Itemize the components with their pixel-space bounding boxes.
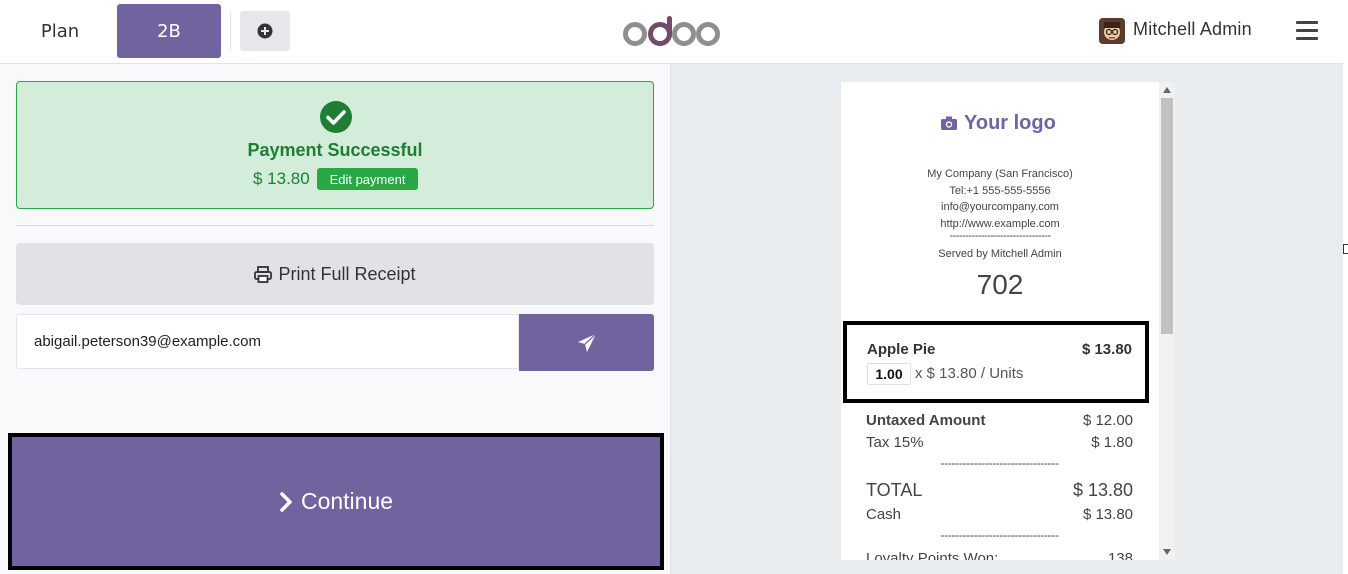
product-quantity: 1.00 (867, 363, 911, 385)
email-receipt-row (16, 314, 654, 371)
chevron-right-icon (280, 491, 292, 512)
company-email: info@yourcompany.com (941, 201, 1059, 213)
resize-handle[interactable] (1343, 244, 1348, 254)
tax-label: Tax 15% (866, 434, 924, 451)
email-input[interactable] (16, 314, 519, 369)
untaxed-label: Untaxed Amount (866, 412, 986, 429)
loyalty-label: Loyalty Points Won: (866, 550, 999, 560)
print-full-receipt-button[interactable]: Print Full Receipt (16, 243, 654, 305)
payment-amount: $ 13.80 (253, 169, 310, 188)
product-price: $ 13.80 (1081, 341, 1132, 358)
company-name: My Company (San Francisco) (927, 168, 1073, 180)
payment-status-title: Payment Successful (247, 140, 423, 160)
scroll-down-arrow[interactable] (1163, 549, 1171, 555)
product-name: Apple Pie (867, 341, 936, 358)
send-email-button[interactable] (519, 314, 654, 371)
user-name[interactable]: Mitchell Admin (1133, 19, 1252, 40)
cash-value: $ 13.80 (1082, 506, 1133, 523)
receipt-logo-text: Your logo (964, 111, 1056, 134)
receipt-separator: -------------------------------- (949, 230, 1051, 242)
add-order-button[interactable] (240, 11, 290, 51)
total-label: TOTAL (866, 480, 923, 500)
payment-success-banner: Payment Successful $ 13.80 Edit payment (16, 81, 654, 209)
totals-separator: -------------------------------- (940, 456, 1059, 470)
avatar-image (1099, 18, 1125, 44)
receipt-logo: Your logo (940, 110, 1070, 136)
camera-icon (941, 116, 957, 130)
company-phone: Tel:+1 555-555-5556 (949, 184, 1051, 197)
product-unit-price: x $ 13.80 / Units (915, 365, 1024, 382)
untaxed-value: $ 12.00 (1082, 412, 1133, 429)
scroll-thumb[interactable] (1161, 98, 1173, 334)
odoo-logo (623, 16, 720, 46)
cash-label: Cash (866, 506, 902, 523)
continue-button[interactable]: Continue (8, 433, 664, 570)
loyalty-value: 138 (1107, 550, 1133, 560)
edit-payment-button[interactable]: Edit payment (317, 168, 418, 190)
receipt-scrollbar[interactable] (1159, 82, 1175, 560)
order-number: 702 (976, 269, 1024, 300)
payment-screen-left: Payment Successful $ 13.80 Edit payment … (0, 64, 671, 574)
paper-plane-icon (577, 333, 596, 352)
window-edge (1343, 0, 1348, 574)
divider (16, 225, 654, 226)
check-circle-icon (320, 101, 352, 133)
served-by: Served by Mitchell Admin (938, 248, 1062, 260)
printer-icon (254, 265, 273, 283)
tax-value: $ 1.80 (1091, 434, 1133, 451)
print-button-label: Print Full Receipt (278, 263, 416, 284)
total-value: $ 13.80 (1072, 480, 1133, 500)
user-avatar[interactable] (1099, 18, 1125, 44)
tab-order-2b[interactable]: 2B (117, 4, 221, 58)
company-info: My Company (San Francisco) Tel:+1 555-55… (841, 166, 1159, 232)
receipt-order-line: Apple Pie $ 13.80 1.00 x $ 13.80 / Units (843, 321, 1149, 403)
plus-circle-icon (257, 23, 273, 39)
scroll-up-arrow[interactable] (1163, 87, 1171, 93)
payment-separator: -------------------------------- (940, 528, 1059, 542)
top-navbar: Plan 2B Mitchell Admin (0, 0, 1343, 64)
hamburger-menu-icon[interactable] (1296, 21, 1318, 41)
continue-label: Continue (300, 488, 394, 514)
tab-plan[interactable]: Plan (22, 4, 98, 58)
divider (230, 12, 231, 50)
